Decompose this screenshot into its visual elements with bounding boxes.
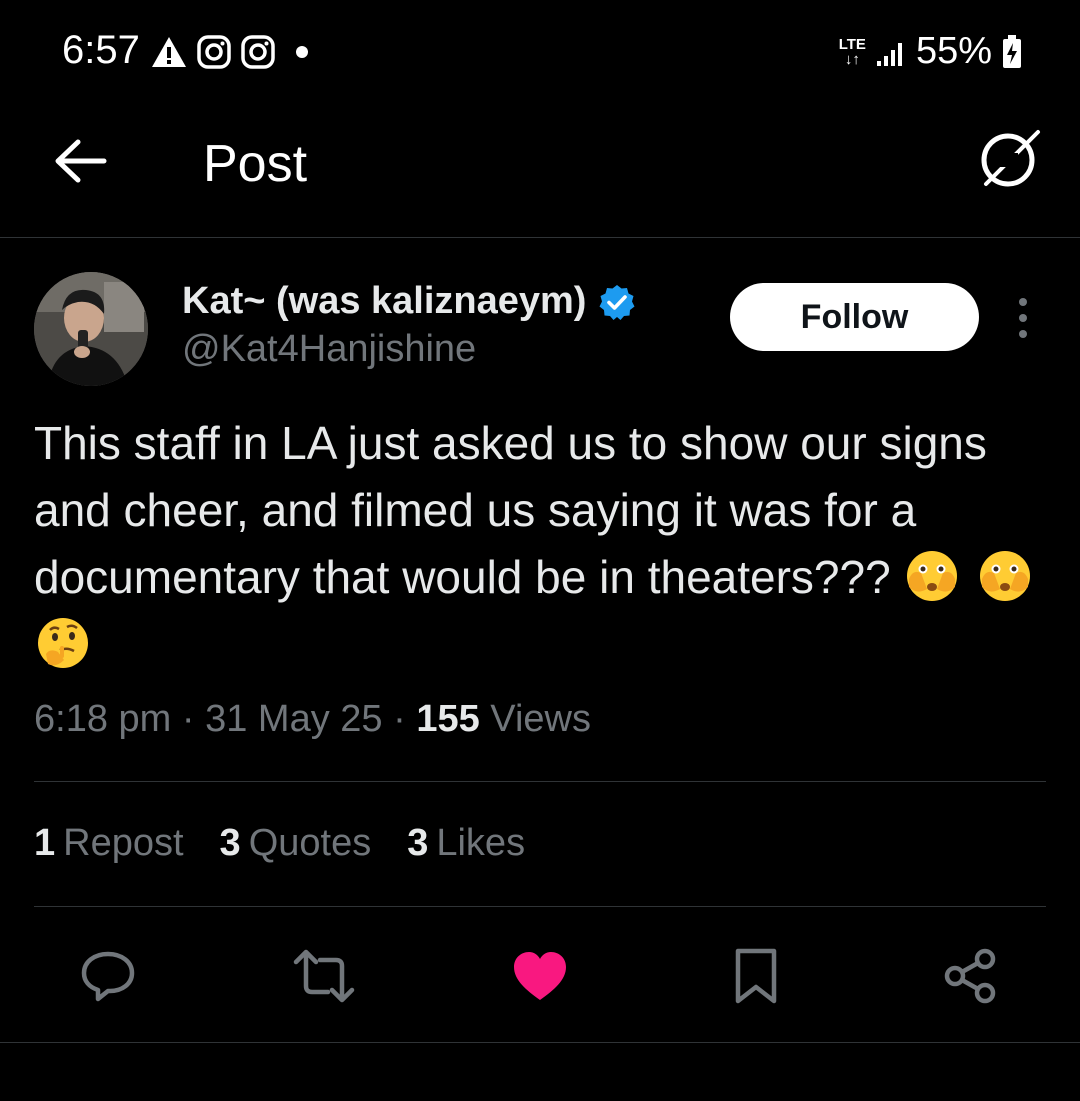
battery-percent: 55% [915, 30, 992, 72]
engagement-stats: 1 Repost 3 Quotes 3 Likes [34, 822, 525, 865]
display-name[interactable]: Kat~ (was kaliznaeym) [182, 280, 586, 323]
likes-stat[interactable]: 3 Likes [407, 822, 525, 865]
post-meta: 6:18 pm · 31 May 25 · 155 Views [34, 698, 591, 741]
status-bar: 6:57 LTE ↓↑ 55% [0, 0, 1080, 100]
status-time: 6:57 [62, 28, 140, 72]
meta-separator: · [393, 698, 406, 740]
share-icon [944, 948, 996, 1004]
bookmark-button[interactable] [720, 940, 792, 1012]
instagram-icon [241, 35, 275, 69]
views-label[interactable]: Views [490, 698, 591, 740]
bookmark-icon [735, 948, 777, 1004]
meta-separator: · [181, 698, 195, 740]
top-bar: Post [0, 100, 1080, 238]
reposts-stat[interactable]: 1 Repost [34, 822, 184, 865]
notification-icons [150, 34, 308, 70]
divider [34, 781, 1046, 782]
author-name-row[interactable]: Kat~ (was kaliznaeym) [182, 280, 636, 323]
instagram-icon [197, 35, 231, 69]
more-options-icon[interactable] [1012, 297, 1034, 339]
share-button[interactable] [934, 940, 1006, 1012]
post-time[interactable]: 6:18 pm [34, 698, 171, 740]
author-handle[interactable]: @Kat4Hanjishine [182, 328, 476, 371]
data-arrows-icon: ↓↑ [844, 50, 860, 68]
face-with-open-eyes-and-hand-over-mouth-icon [907, 551, 958, 601]
verified-badge-icon[interactable] [598, 283, 636, 321]
system-status: LTE ↓↑ 55% [839, 30, 1022, 73]
reply-button[interactable] [72, 940, 144, 1012]
post-date[interactable]: 31 May 25 [205, 698, 382, 740]
face-with-open-eyes-and-hand-over-mouth-icon [980, 551, 1031, 601]
avatar[interactable] [34, 272, 148, 386]
follow-button[interactable]: Follow [730, 283, 979, 351]
repost-button[interactable] [288, 940, 360, 1012]
thinking-face-icon [38, 618, 88, 668]
heart-icon [514, 952, 566, 1000]
views-count[interactable]: 155 [416, 698, 479, 740]
reply-icon [81, 951, 135, 1002]
action-bar [0, 940, 1080, 1012]
warning-icon [152, 37, 186, 67]
divider [34, 906, 1046, 907]
more-notifications-dot [296, 46, 308, 58]
quotes-stat[interactable]: 3 Quotes [220, 822, 372, 865]
post-screen: 6:57 LTE ↓↑ 55% Post Kat~ (was kaliznaey… [0, 0, 1080, 1101]
post-text: This staff in LA just asked us to show o… [34, 417, 987, 603]
page-title: Post [203, 135, 308, 193]
repost-icon [293, 949, 355, 1003]
grok-icon[interactable] [976, 126, 1042, 192]
signal-icon [876, 42, 902, 66]
back-arrow-icon[interactable] [52, 136, 108, 186]
like-button[interactable] [504, 940, 576, 1012]
divider [0, 1042, 1080, 1043]
battery-charging-icon [1003, 34, 1021, 68]
lte-indicator: LTE ↓↑ [838, 35, 866, 68]
post-body: This staff in LA just asked us to show o… [34, 410, 1054, 678]
